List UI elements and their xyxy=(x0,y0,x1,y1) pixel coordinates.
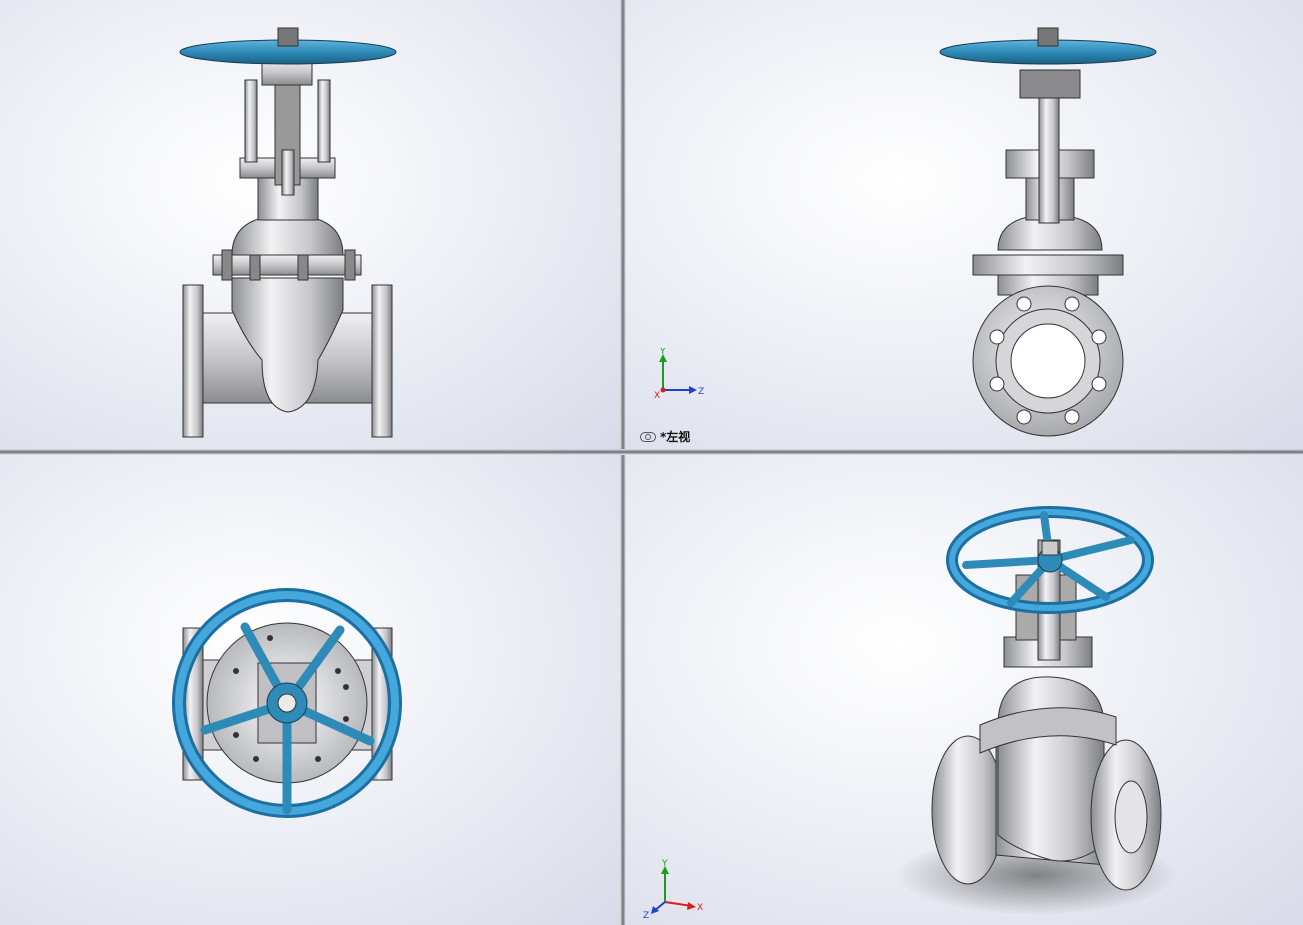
view-orientation-label[interactable]: *左视 xyxy=(640,428,690,445)
axis-label-z: Z xyxy=(643,911,649,918)
axis-label-x: X xyxy=(654,391,660,401)
axis-label-z: Z xyxy=(698,387,704,397)
valve-isometric-view xyxy=(896,506,1176,915)
view-name: *左视 xyxy=(660,430,691,444)
viewport-front[interactable] xyxy=(0,0,620,449)
axis-triad-left: Y Z X xyxy=(654,348,704,401)
valve-left-view xyxy=(939,27,1157,437)
axis-label-y: Y xyxy=(659,348,666,357)
link-icon[interactable] xyxy=(640,431,656,442)
axis-label-y: Y xyxy=(661,859,668,869)
axis-label-x: X xyxy=(697,903,703,913)
viewport-top[interactable] xyxy=(0,455,620,925)
valve-top-view xyxy=(172,588,402,818)
axis-triad-iso: Y X Z xyxy=(643,859,703,918)
valve-front-view xyxy=(179,27,397,438)
viewport-left[interactable]: Y Z X *左视 xyxy=(626,0,1303,449)
viewport-isometric[interactable]: Y X Z xyxy=(626,455,1303,925)
